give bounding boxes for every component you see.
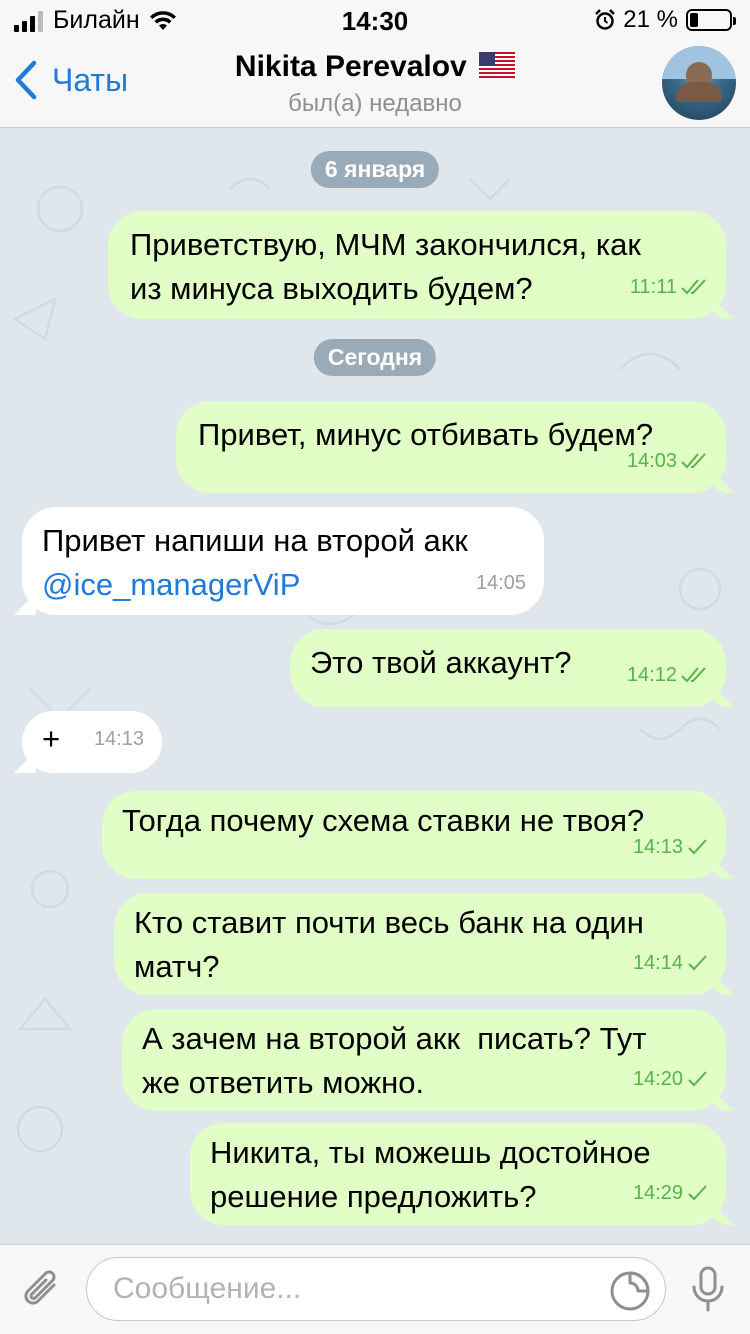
double-check-icon — [681, 453, 706, 469]
message-time: 14:14 — [632, 952, 683, 974]
battery-percent: 21 % — [623, 6, 678, 33]
message-outgoing[interactable]: А зачем на второй акк писать? Тут же отв… — [122, 1009, 726, 1111]
battery-icon — [686, 9, 736, 31]
double-check-icon — [681, 667, 706, 683]
message-outgoing[interactable]: Приветствую, МЧМ закончился, как из мину… — [108, 211, 726, 319]
message-meta: 14:12 — [627, 653, 708, 697]
message-meta: 14:13 — [94, 717, 144, 761]
composer — [0, 1244, 750, 1334]
message-time: 14:05 — [475, 572, 526, 594]
date-separator: Сегодня — [313, 339, 437, 376]
message-meta: 14:20 — [633, 1057, 708, 1101]
check-icon — [688, 1185, 707, 1201]
message-text: Привет напиши на второй акк — [42, 523, 468, 558]
message-meta: 14:14 — [633, 941, 708, 985]
message-outgoing[interactable]: Это твой аккаунт? 14:12 — [290, 629, 726, 707]
double-check-icon — [681, 279, 706, 295]
contact-name-text: Nikita Perevalov — [234, 50, 467, 83]
message-outgoing[interactable]: Никита, ты можешь достойное решение пред… — [190, 1123, 726, 1225]
message-text: Тогда почему схема ставки не твоя? — [122, 803, 645, 838]
message-time: 14:13 — [93, 728, 144, 750]
alarm-icon — [595, 9, 616, 30]
message-meta: 14:13 — [633, 825, 708, 869]
message-meta: 14:29 — [633, 1171, 708, 1215]
message-meta: 14:03 — [627, 439, 708, 483]
message-time: 14:13 — [632, 836, 683, 858]
message-input[interactable] — [86, 1257, 666, 1321]
message-outgoing[interactable]: Привет, минус отбивать будем? 14:03 — [176, 401, 726, 493]
message-time: 14:03 — [626, 450, 677, 472]
username-link[interactable]: @ice_managerViP — [42, 563, 524, 607]
message-outgoing[interactable]: Кто ставит почти весь банк на один матч?… — [114, 893, 726, 995]
sticker-icon[interactable] — [608, 1269, 652, 1313]
message-meta: 14:05 — [476, 561, 526, 605]
contact-name[interactable]: Nikita Perevalov — [0, 50, 750, 84]
message-text: Никита, ты можешь достойное решение пред… — [210, 1135, 651, 1214]
chat-header: Чаты Nikita Perevalov был(а) недавно — [0, 40, 750, 128]
message-text: Приветствую, МЧМ закончился, как из мину… — [130, 227, 641, 306]
contact-status: был(а) недавно — [288, 90, 462, 117]
message-time: 11:11 — [629, 276, 677, 298]
check-icon — [688, 955, 707, 971]
message-time: 14:12 — [626, 664, 677, 686]
status-bar: Билайн 14:30 21 % — [0, 0, 750, 40]
message-time: 14:29 — [632, 1182, 683, 1204]
avatar[interactable] — [662, 46, 736, 120]
check-icon — [688, 1071, 707, 1087]
microphone-icon[interactable] — [688, 1265, 728, 1315]
message-time: 14:20 — [632, 1068, 683, 1090]
us-flag-icon — [479, 52, 516, 79]
message-meta: 11:11 — [630, 265, 708, 309]
message-outgoing[interactable]: Тогда почему схема ставки не твоя? 14:13 — [102, 791, 726, 879]
check-icon — [688, 839, 707, 855]
message-list[interactable]: 6 января Сегодня Приветствую, МЧМ законч… — [0, 129, 750, 1244]
message-text: А зачем на второй акк писать? Тут же отв… — [142, 1021, 647, 1100]
date-separator: 6 января — [310, 151, 440, 188]
message-incoming[interactable]: + 14:13 — [22, 711, 162, 773]
paperclip-icon[interactable] — [20, 1265, 66, 1315]
message-text: Кто ставит почти весь банк на один матч? — [134, 905, 644, 984]
message-incoming[interactable]: Привет напиши на второй акк @ice_manager… — [22, 507, 544, 615]
battery-level — [690, 13, 698, 27]
